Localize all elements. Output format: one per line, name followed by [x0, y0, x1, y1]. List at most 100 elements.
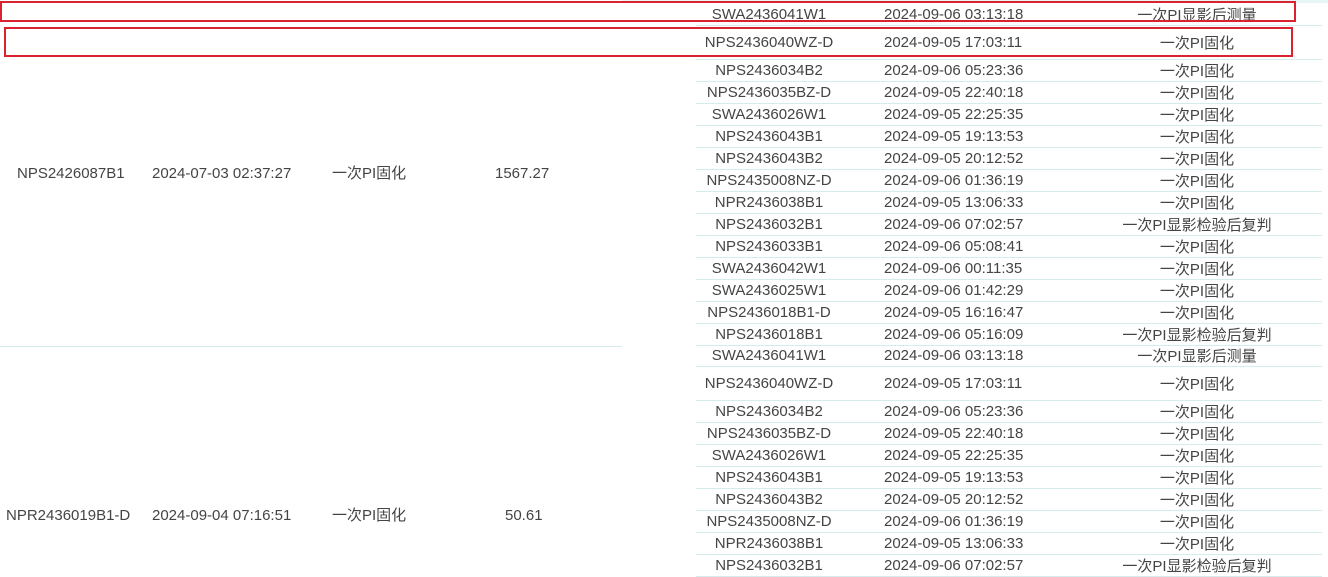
- table-row[interactable]: NPS2436034B2 2024-09-06 05:23:36 一次PI固化: [696, 400, 1322, 423]
- cell-id: NPR2436038B1: [714, 193, 824, 211]
- table-row[interactable]: NPS2435008NZ-D 2024-09-06 01:36:19 一次PI固化: [696, 510, 1322, 533]
- cell-id: NPS2436043B2: [715, 149, 823, 167]
- table-row[interactable]: NPS2436033B1 2024-09-06 05:08:41 一次PI固化: [696, 235, 1322, 258]
- cell-process: 一次PI固化: [1159, 128, 1235, 146]
- cell-time: 2024-09-05 19:13:53: [884, 468, 1024, 486]
- cell-process: 一次PI固化: [1159, 84, 1235, 102]
- table-row[interactable]: NPS2436035BZ-D 2024-09-05 22:40:18 一次PI固化: [696, 422, 1322, 445]
- cell-process: 一次PI固化: [1159, 403, 1235, 421]
- cell-id: NPS2436034B2: [715, 402, 823, 420]
- cell-id: NPS2435008NZ-D: [706, 171, 832, 189]
- cell-time: 2024-09-06 03:13:18: [884, 347, 1024, 364]
- cell-process: 一次PI显影后测量: [1137, 348, 1257, 365]
- cell-process: 一次PI固化: [1159, 469, 1235, 487]
- cell-time: 2024-09-06 01:36:19: [884, 171, 1024, 189]
- cell-process: 一次PI固化: [1159, 447, 1235, 465]
- cell-id: NPS2436035BZ-D: [706, 424, 832, 442]
- cell-time: 2024-09-06 03:13:18: [884, 6, 1024, 23]
- cell-time: 2024-09-05 16:16:47: [884, 303, 1024, 321]
- table-row[interactable]: NPS2435008NZ-D 2024-09-06 01:36:19 一次PI固化: [696, 169, 1322, 192]
- cell-id: NPS2436032B1: [715, 215, 823, 233]
- cell-process: 一次PI固化: [1159, 425, 1235, 443]
- cell-time: 2024-09-05 13:06:33: [884, 193, 1024, 211]
- cell-id: SWA2436041W1: [711, 6, 827, 23]
- cell-process: 一次PI固化: [1159, 172, 1235, 190]
- cell-time: 2024-09-06 01:42:29: [884, 281, 1024, 299]
- cell-id: SWA2436026W1: [711, 446, 827, 464]
- table-row[interactable]: NPS2436032B1 2024-09-06 07:02:57 一次PI显影检验后…: [696, 554, 1322, 577]
- table-row[interactable]: SWA2436026W1 2024-09-05 22:25:35 一次PI固化: [696, 103, 1322, 126]
- table-row[interactable]: NPS2436018B1-D 2024-09-05 16:16:47 一次PI固化: [696, 301, 1322, 324]
- table-row[interactable]: NPR2436038B1 2024-09-05 13:06:33 一次PI固化: [696, 532, 1322, 555]
- cell-process: 一次PI显影检验后复判: [1122, 216, 1272, 234]
- left-row-0-value: 1567.27: [495, 165, 550, 182]
- cell-time: 2024-09-05 20:12:52: [884, 149, 1024, 167]
- table-row[interactable]: SWA2436025W1 2024-09-06 01:42:29 一次PI固化: [696, 279, 1322, 302]
- cell-id: SWA2436042W1: [711, 259, 827, 277]
- table-row[interactable]: SWA2436042W1 2024-09-06 00:11:35 一次PI固化: [696, 257, 1322, 280]
- left-row-1-value: 50.61: [505, 507, 543, 524]
- cell-id: NPS2436018B1-D: [707, 303, 831, 321]
- cell-process: 一次PI固化: [1159, 513, 1235, 531]
- left-row-1-time: 2024-09-04 07:16:51: [152, 507, 292, 524]
- table-row[interactable]: SWA2436026W1 2024-09-05 22:25:35 一次PI固化: [696, 444, 1322, 467]
- cell-process: 一次PI显影检验后复判: [1122, 326, 1272, 344]
- cell-time: 2024-09-05 13:06:33: [884, 534, 1024, 552]
- cell-process: 一次PI固化: [1159, 282, 1235, 300]
- left-row-0-time: 2024-07-03 02:37:27: [152, 165, 292, 182]
- left-row-0-id: NPS2426087B1: [17, 165, 125, 182]
- cell-id: SWA2436041W1: [711, 347, 827, 364]
- cell-time: 2024-09-05 17:03:11: [884, 374, 1023, 392]
- cell-time: 2024-09-06 01:36:19: [884, 512, 1024, 530]
- left-row-1-process: 一次PI固化: [332, 507, 407, 524]
- cell-id: NPS2436034B2: [715, 61, 823, 79]
- cell-id: NPS2436018B1: [715, 325, 823, 343]
- table-row[interactable]: NPR2436038B1 2024-09-05 13:06:33 一次PI固化: [696, 191, 1322, 214]
- cell-time: 2024-09-05 19:13:53: [884, 127, 1024, 145]
- left-row-divider: [0, 346, 622, 347]
- cell-process: 一次PI固化: [1159, 491, 1235, 509]
- table-row[interactable]: NPS2436034B2 2024-09-06 05:23:36 一次PI固化: [696, 59, 1322, 82]
- cell-id: NPS2436035BZ-D: [706, 83, 832, 101]
- table-row[interactable]: SWA2436041W1 2024-09-06 03:13:18 一次PI显影后测量: [696, 345, 1322, 367]
- cell-process: 一次PI固化: [1159, 535, 1235, 553]
- cell-id: NPS2436032B1: [715, 556, 823, 574]
- cell-time: 2024-09-05 22:25:35: [884, 446, 1024, 464]
- table-row[interactable]: NPS2436018B1 2024-09-06 05:16:09 一次PI显影检验后…: [696, 323, 1322, 346]
- cell-id: NPS2436043B1: [715, 127, 823, 145]
- cell-process: 一次PI固化: [1159, 62, 1235, 80]
- cell-process: 一次PI固化: [1159, 238, 1235, 256]
- cell-time: 2024-09-05 17:03:11: [884, 33, 1023, 51]
- table-row[interactable]: NPS2436040WZ-D 2024-09-05 17:03:11 一次PI固化: [696, 25, 1322, 60]
- cell-time: 2024-09-06 05:23:36: [884, 61, 1024, 79]
- table-row[interactable]: NPS2436032B1 2024-09-06 07:02:57 一次PI显影检验后…: [696, 213, 1322, 236]
- cell-process: 一次PI固化: [1159, 150, 1235, 168]
- cell-time: 2024-09-06 05:08:41: [884, 237, 1024, 255]
- table-row[interactable]: NPS2436043B1 2024-09-05 19:13:53 一次PI固化: [696, 125, 1322, 148]
- cell-time: 2024-09-06 00:11:35: [884, 259, 1023, 277]
- table-row[interactable]: NPS2436043B1 2024-09-05 19:13:53 一次PI固化: [696, 466, 1322, 489]
- table-row[interactable]: NPS2436035BZ-D 2024-09-05 22:40:18 一次PI固化: [696, 81, 1322, 104]
- cell-process: 一次PI固化: [1159, 194, 1235, 212]
- table-row[interactable]: SWA2436041W1 2024-09-06 03:13:18 一次PI显影后测量: [696, 4, 1322, 26]
- cell-id: NPS2435008NZ-D: [706, 512, 832, 530]
- cell-process: 一次PI固化: [1159, 106, 1235, 124]
- cell-id: NPS2436040WZ-D: [704, 374, 834, 392]
- left-row-0-process: 一次PI固化: [332, 165, 407, 182]
- cell-time: 2024-09-05 22:40:18: [884, 83, 1024, 101]
- cell-id: NPS2436043B1: [715, 468, 823, 486]
- cell-time: 2024-09-05 20:12:52: [884, 490, 1024, 508]
- cell-time: 2024-09-06 05:16:09: [884, 325, 1024, 343]
- table-row[interactable]: NPS2436040WZ-D 2024-09-05 17:03:11 一次PI固化: [696, 366, 1322, 401]
- table-row[interactable]: NPS2436043B2 2024-09-05 20:12:52 一次PI固化: [696, 147, 1322, 170]
- cell-id: NPS2436040WZ-D: [704, 33, 834, 51]
- table-row[interactable]: NPS2436043B2 2024-09-05 20:12:52 一次PI固化: [696, 488, 1322, 511]
- cell-id: SWA2436025W1: [711, 281, 827, 299]
- cell-time: 2024-09-05 22:25:35: [884, 105, 1024, 123]
- cell-id: NPS2436043B2: [715, 490, 823, 508]
- cell-id: NPR2436038B1: [714, 534, 824, 552]
- cell-process: 一次PI固化: [1159, 260, 1235, 278]
- top-header-strip: [622, 0, 1328, 3]
- cell-time: 2024-09-06 05:23:36: [884, 402, 1024, 420]
- left-row-1-id: NPR2436019B1-D: [6, 507, 131, 524]
